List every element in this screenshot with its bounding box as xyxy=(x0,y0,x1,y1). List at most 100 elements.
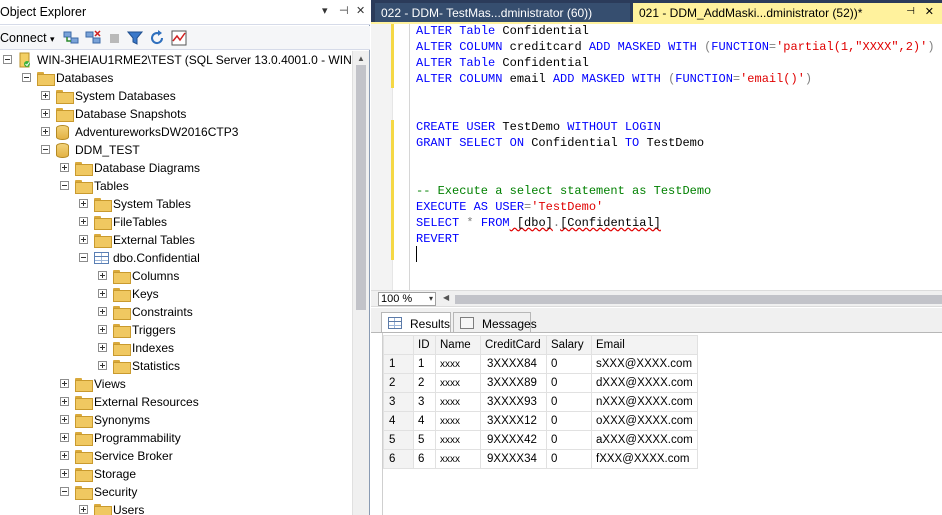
row-number-cell[interactable]: 3 xyxy=(383,392,414,412)
expand-icon[interactable] xyxy=(98,307,107,316)
grid-cell-id[interactable]: 4 xyxy=(413,411,436,431)
grid-cell-salary[interactable]: 0 xyxy=(546,373,592,393)
grid-row[interactable]: 2 2 xxxx 3XXXX89 0 dXXX@XXXX.com xyxy=(383,373,698,393)
collapse-icon[interactable] xyxy=(60,487,69,496)
tab-results[interactable]: Results xyxy=(381,312,451,333)
refresh-icon[interactable] xyxy=(148,29,166,47)
grid-corner-cell[interactable] xyxy=(383,335,414,355)
close-icon[interactable]: ✕ xyxy=(356,4,365,17)
expand-icon[interactable] xyxy=(98,361,107,370)
expand-icon[interactable] xyxy=(79,505,88,514)
grid-cell-salary[interactable]: 0 xyxy=(546,411,592,431)
grid-cell-salary[interactable]: 0 xyxy=(546,354,592,374)
code-line[interactable]: ALTER Table Confidential xyxy=(416,56,589,72)
column-header-id[interactable]: ID xyxy=(413,335,436,355)
grid-cell-id[interactable]: 5 xyxy=(413,430,436,450)
expand-icon[interactable] xyxy=(98,289,107,298)
activity-monitor-icon[interactable] xyxy=(170,29,188,47)
zoom-select[interactable]: 100 % ▾ xyxy=(378,292,436,306)
grid-cell-creditcard[interactable]: 3XXXX12 xyxy=(480,411,547,431)
grid-cell-salary[interactable]: 0 xyxy=(546,392,592,412)
grid-cell-id[interactable]: 6 xyxy=(413,449,436,469)
code-line[interactable]: ALTER Table Confidential xyxy=(416,24,589,40)
row-number-cell[interactable]: 4 xyxy=(383,411,414,431)
filter-icon[interactable] xyxy=(126,29,144,47)
code-line[interactable]: -- Execute a select statement as TestDem… xyxy=(416,184,711,200)
code-line[interactable]: ALTER COLUMN email ADD MASKED WITH (FUNC… xyxy=(416,72,812,88)
grid-row[interactable]: 6 6 xxxx 9XXXX34 0 fXXX@XXXX.com xyxy=(383,449,698,469)
results-grid[interactable]: ID Name CreditCard Salary Email 1 1 xxxx 3X… xyxy=(383,335,698,469)
grid-cell-name[interactable]: xxxx xyxy=(435,373,481,393)
auto-hide-pin-icon[interactable]: ⊣ xyxy=(339,4,349,17)
tab-messages[interactable]: Messages xyxy=(453,312,537,333)
grid-cell-id[interactable]: 2 xyxy=(413,373,436,393)
expand-icon[interactable] xyxy=(41,109,50,118)
grid-cell-email[interactable]: fXXX@XXXX.com xyxy=(591,449,698,469)
scroll-left-icon[interactable]: ◀ xyxy=(443,293,449,302)
expand-icon[interactable] xyxy=(60,397,69,406)
expand-icon[interactable] xyxy=(60,433,69,442)
expand-icon[interactable] xyxy=(79,235,88,244)
connect-object-explorer-icon[interactable] xyxy=(62,29,80,47)
query-editor[interactable]: ALTER Table Confidential ALTER COLUMN cre… xyxy=(371,24,942,290)
expand-icon[interactable] xyxy=(60,469,69,478)
close-tab-icon[interactable]: ✕ xyxy=(925,5,934,18)
grid-row[interactable]: 5 5 xxxx 9XXXX42 0 aXXX@XXXX.com xyxy=(383,430,698,450)
grid-cell-creditcard[interactable]: 9XXXX34 xyxy=(480,449,547,469)
row-number-cell[interactable]: 5 xyxy=(383,430,414,450)
collapse-icon[interactable] xyxy=(22,73,31,82)
expand-icon[interactable] xyxy=(60,451,69,460)
column-header-name[interactable]: Name xyxy=(435,335,481,355)
grid-cell-name[interactable]: xxxx xyxy=(435,449,481,469)
code-line[interactable]: SELECT * FROM [dbo].[Confidential] xyxy=(416,216,661,232)
expand-icon[interactable] xyxy=(60,163,69,172)
connect-button[interactable]: Connect ▾ xyxy=(0,31,55,45)
row-number-cell[interactable]: 6 xyxy=(383,449,414,469)
grid-cell-creditcard[interactable]: 9XXXX42 xyxy=(480,430,547,450)
object-explorer-scrollbar[interactable]: ▲ xyxy=(352,51,369,515)
grid-row[interactable]: 3 3 xxxx 3XXXX93 0 nXXX@XXXX.com xyxy=(383,392,698,412)
expand-icon[interactable] xyxy=(41,91,50,100)
grid-row[interactable]: 1 1 xxxx 3XXXX84 0 sXXX@XXXX.com xyxy=(383,354,698,374)
column-header-email[interactable]: Email xyxy=(591,335,698,355)
collapse-icon[interactable] xyxy=(79,253,88,262)
row-number-cell[interactable]: 2 xyxy=(383,373,414,393)
grid-cell-salary[interactable]: 0 xyxy=(546,430,592,450)
grid-cell-email[interactable]: oXXX@XXXX.com xyxy=(591,411,698,431)
collapse-icon[interactable] xyxy=(3,55,12,64)
collapse-icon[interactable] xyxy=(60,181,69,190)
grid-cell-creditcard[interactable]: 3XXXX93 xyxy=(480,392,547,412)
expand-icon[interactable] xyxy=(79,199,88,208)
grid-cell-salary[interactable]: 0 xyxy=(546,449,592,469)
column-header-creditcard[interactable]: CreditCard xyxy=(480,335,547,355)
expand-icon[interactable] xyxy=(41,127,50,136)
expand-icon[interactable] xyxy=(60,379,69,388)
row-number-cell[interactable]: 1 xyxy=(383,354,414,374)
tab-query-022[interactable]: 022 - DDM- TestMas...dministrator (60)) xyxy=(375,3,630,22)
grid-cell-name[interactable]: xxxx xyxy=(435,354,481,374)
code-line[interactable]: ALTER COLUMN creditcard ADD MASKED WITH … xyxy=(416,40,935,56)
collapse-icon[interactable] xyxy=(41,145,50,154)
grid-cell-email[interactable]: nXXX@XXXX.com xyxy=(591,392,698,412)
grid-cell-id[interactable]: 1 xyxy=(413,354,436,374)
grid-row[interactable]: 4 4 xxxx 3XXXX12 0 oXXX@XXXX.com xyxy=(383,411,698,431)
grid-cell-id[interactable]: 3 xyxy=(413,392,436,412)
pin-tab-icon[interactable]: ⊣ xyxy=(906,6,915,17)
grid-cell-email[interactable]: sXXX@XXXX.com xyxy=(591,354,698,374)
expand-icon[interactable] xyxy=(98,343,107,352)
expand-icon[interactable] xyxy=(98,325,107,334)
column-header-salary[interactable]: Salary xyxy=(546,335,592,355)
disconnect-icon[interactable] xyxy=(84,29,102,47)
scrollbar-thumb[interactable] xyxy=(356,65,366,310)
grid-cell-name[interactable]: xxxx xyxy=(435,430,481,450)
code-line[interactable]: GRANT SELECT ON Confidential TO TestDemo xyxy=(416,136,704,152)
scroll-up-icon[interactable]: ▲ xyxy=(357,54,365,63)
grid-cell-email[interactable]: dXXX@XXXX.com xyxy=(591,373,698,393)
expand-icon[interactable] xyxy=(79,217,88,226)
grid-cell-name[interactable]: xxxx xyxy=(435,411,481,431)
code-line[interactable]: CREATE USER TestDemo WITHOUT LOGIN xyxy=(416,120,661,136)
tab-query-021[interactable]: 021 - DDM_AddMaski...dministrator (52))*… xyxy=(633,3,942,22)
grid-cell-name[interactable]: xxxx xyxy=(435,392,481,412)
stop-icon[interactable] xyxy=(106,29,124,47)
grid-cell-creditcard[interactable]: 3XXXX89 xyxy=(480,373,547,393)
